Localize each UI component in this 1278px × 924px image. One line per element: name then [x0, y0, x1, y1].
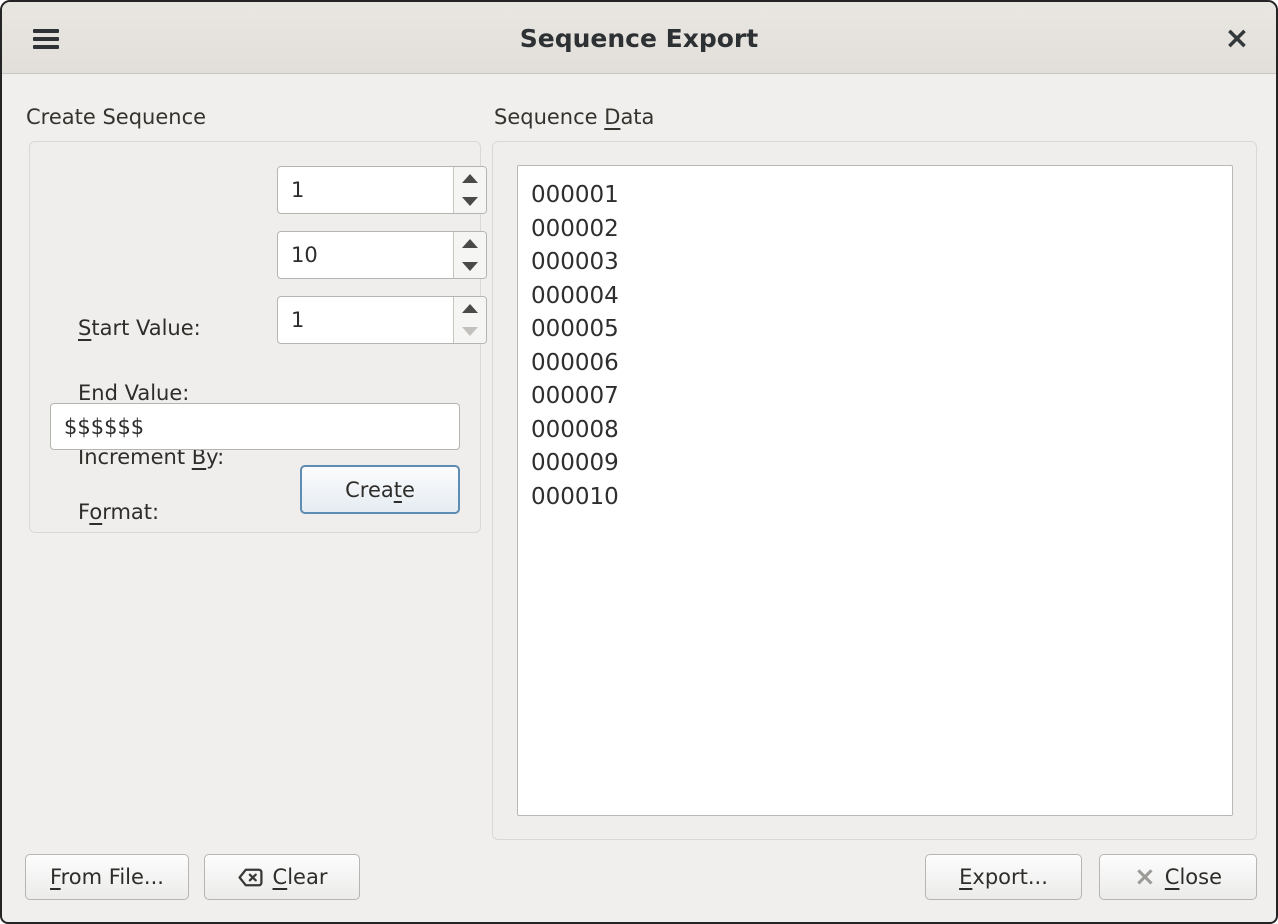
from-file-button[interactable]: From File... — [25, 854, 189, 900]
titlebar[interactable]: Sequence Export × — [2, 2, 1276, 74]
close-x-icon: × — [1134, 864, 1156, 890]
start-value-spin-down-button[interactable] — [454, 190, 486, 213]
increment-by-input[interactable] — [278, 297, 453, 343]
create-button[interactable]: Create — [300, 465, 460, 514]
increment-by-spin-down-button — [454, 320, 486, 343]
end-value-input[interactable] — [278, 232, 453, 278]
sequence-list[interactable]: 0000010000020000030000040000050000060000… — [517, 165, 1233, 816]
end-value-spin-down-button[interactable] — [454, 255, 486, 278]
start-value-label: Start Value: — [78, 316, 201, 340]
arrow-down-icon — [462, 327, 478, 336]
format-label-text: Format: — [78, 500, 159, 524]
list-item: 000003 — [531, 246, 1232, 280]
sequence-data-groupbox: 0000010000020000030000040000050000060000… — [492, 141, 1257, 840]
arrow-down-icon — [462, 262, 478, 271]
sequence-export-dialog: Sequence Export × Create Sequence Start … — [0, 0, 1278, 924]
list-item: 000005 — [531, 313, 1232, 347]
end-value-spinner — [277, 231, 487, 279]
start-value-spin-up-button[interactable] — [454, 167, 486, 190]
sequence-data-heading: Sequence Data — [494, 105, 654, 129]
format-input[interactable] — [50, 403, 460, 450]
close-button[interactable]: × Close — [1099, 854, 1257, 900]
list-item: 000004 — [531, 280, 1232, 314]
arrow-down-icon — [462, 197, 478, 206]
end-value-label: End Value: — [78, 381, 189, 405]
increment-by-spinner — [277, 296, 487, 344]
create-sequence-groupbox: Start Value: End Value: Increment By: — [29, 141, 481, 533]
arrow-up-icon — [462, 174, 478, 183]
window-title: Sequence Export — [2, 2, 1276, 74]
list-item: 000007 — [531, 380, 1232, 414]
start-value-input[interactable] — [278, 167, 453, 213]
start-value-spinner — [277, 166, 487, 214]
increment-by-spin-up-button[interactable] — [454, 297, 486, 320]
list-item: 000001 — [531, 179, 1232, 213]
window-close-icon[interactable]: × — [1214, 16, 1260, 60]
list-item: 000008 — [531, 414, 1232, 448]
create-sequence-heading: Create Sequence — [26, 105, 206, 129]
end-value-spin-up-button[interactable] — [454, 232, 486, 255]
backspace-icon — [237, 866, 264, 889]
list-item: 000009 — [531, 447, 1232, 481]
arrow-up-icon — [462, 239, 478, 248]
list-item: 000010 — [531, 481, 1232, 515]
list-item: 000006 — [531, 347, 1232, 381]
arrow-up-icon — [462, 304, 478, 313]
clear-button[interactable]: Clear — [204, 854, 360, 900]
export-button[interactable]: Export... — [925, 854, 1082, 900]
list-item: 000002 — [531, 213, 1232, 247]
